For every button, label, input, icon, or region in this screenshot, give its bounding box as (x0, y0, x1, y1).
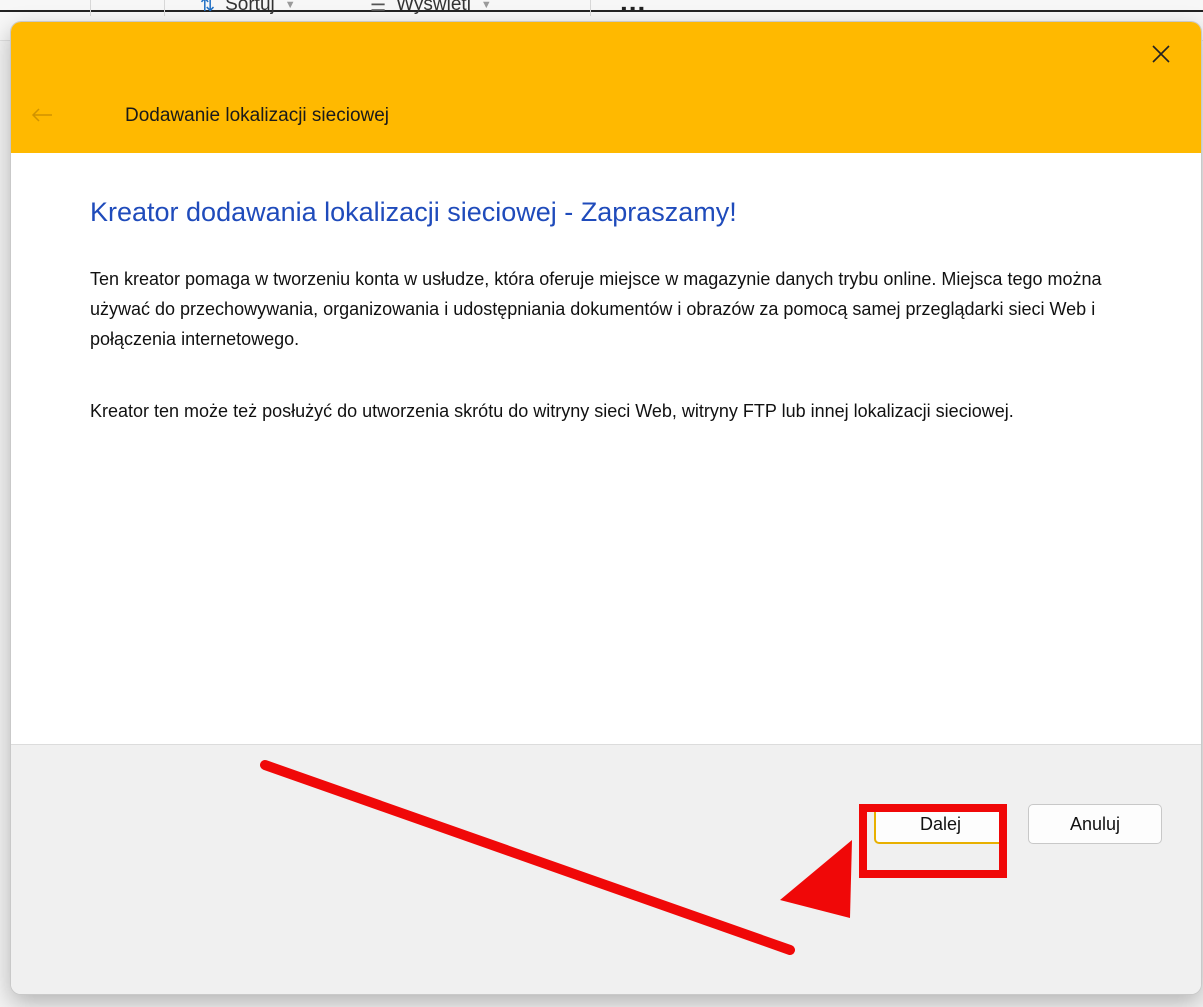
cancel-button[interactable]: Anuluj (1028, 804, 1162, 844)
wizard-description-secondary: Kreator ten może też posłużyć do utworze… (90, 401, 1014, 421)
toolbar-divider (590, 0, 591, 16)
close-icon (1152, 45, 1170, 63)
view-icon: ☰ (370, 0, 387, 15)
sort-label: Sortuj (225, 0, 275, 15)
dialog-titlebar: Dodawanie lokalizacji sieciowej (11, 22, 1201, 153)
dialog-title: Dodawanie lokalizacji sieciowej (125, 105, 390, 126)
toolbar-divider (90, 0, 91, 16)
annotation-highlight-box (859, 804, 1007, 878)
back-button[interactable] (25, 100, 59, 130)
sort-icon: ⇅ (200, 0, 216, 15)
chevron-down-icon: ▼ (480, 0, 492, 11)
chevron-down-icon: ▼ (284, 0, 296, 11)
wizard-description: Ten kreator pomaga w tworzeniu konta w u… (90, 269, 1102, 349)
wizard-heading: Kreator dodawania lokalizacji sieciowej … (90, 197, 737, 227)
toolbar-divider (164, 0, 165, 16)
close-button[interactable] (1143, 36, 1179, 72)
back-arrow-icon (31, 108, 52, 122)
wizard-content: Kreator dodawania lokalizacji sieciowej … (11, 153, 1201, 744)
view-label: Wyświetl (396, 0, 471, 15)
dialog-footer (11, 744, 1201, 994)
sort-menu[interactable]: ⇅ Sortuj ▼ (200, 0, 296, 16)
toolbar-edge (0, 10, 1203, 12)
view-menu[interactable]: ☰ Wyświetl ▼ (370, 0, 492, 16)
add-network-location-dialog: Dodawanie lokalizacji sieciowej Kreator … (11, 22, 1201, 994)
more-options-button[interactable]: ... (620, 0, 646, 18)
